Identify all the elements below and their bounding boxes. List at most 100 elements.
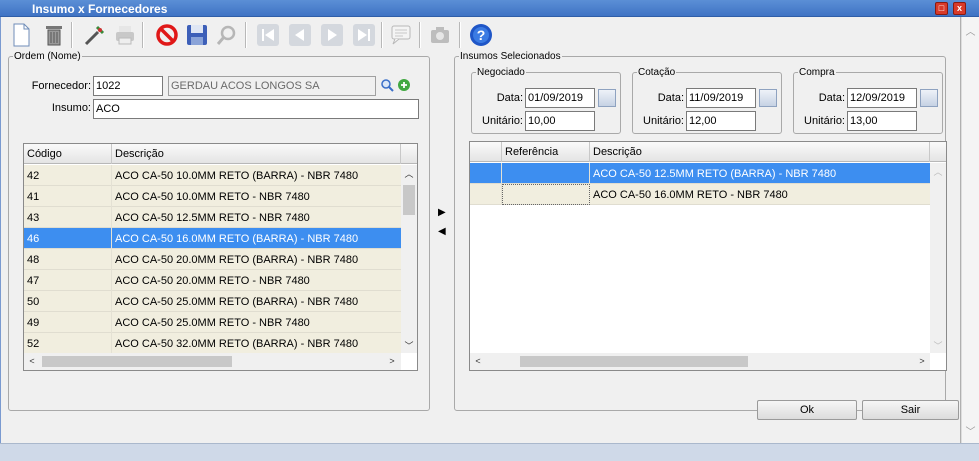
last-record-icon	[353, 24, 375, 46]
comment-icon	[391, 25, 411, 45]
sair-button[interactable]: Sair	[862, 400, 959, 420]
search-icon	[216, 25, 236, 45]
table-row[interactable]: 52 ACO CA-50 32.0MM RETO (BARRA) - NBR 74…	[24, 333, 401, 354]
row-indicator	[470, 163, 502, 184]
vertical-scrollbar[interactable]: ︿ ﹀	[401, 165, 417, 353]
cell-descricao: ACO CA-50 25.0MM RETO (BARRA) - NBR 7480	[115, 296, 359, 308]
column-header-codigo[interactable]: Código	[24, 144, 112, 164]
negociado-unit-input[interactable]	[525, 111, 595, 131]
cell-codigo: 42	[24, 165, 112, 186]
negociado-data-input[interactable]	[525, 88, 595, 108]
cell-descricao: ACO CA-50 25.0MM RETO - NBR 7480	[115, 317, 310, 329]
tools-icon[interactable]	[83, 23, 107, 47]
scroll-thumb[interactable]	[42, 356, 232, 367]
scroll-left-icon[interactable]: <	[472, 356, 484, 366]
cell-descricao: ACO CA-50 16.0MM RETO (BARRA) - NBR 7480	[115, 233, 359, 245]
cell-codigo: 43	[24, 207, 112, 228]
trash-icon[interactable]	[42, 23, 66, 47]
ordem-legend: Ordem (Nome)	[14, 51, 81, 62]
grid-header: Código Descrição	[24, 144, 417, 164]
cell-codigo: 49	[24, 312, 112, 333]
save-icon[interactable]	[185, 23, 209, 47]
compra-data-label: Data:	[818, 92, 845, 104]
first-record-icon	[257, 24, 279, 46]
search-icon[interactable]	[380, 78, 394, 92]
table-row[interactable]: 47 ACO CA-50 20.0MM RETO - NBR 7480	[24, 270, 401, 291]
negociado-data-label: Data:	[496, 92, 523, 104]
cell-descricao: ACO CA-50 20.0MM RETO (BARRA) - NBR 7480	[115, 254, 359, 266]
status-bar	[0, 443, 979, 461]
cell-codigo: 48	[24, 249, 112, 270]
table-row[interactable]: 46 ACO CA-50 16.0MM RETO (BARRA) - NBR 74…	[24, 228, 401, 249]
help-icon[interactable]: ?	[469, 23, 493, 47]
selecionados-grid: Referência Descrição ACO CA-50 12.5MM RE…	[469, 141, 947, 371]
new-document-icon[interactable]	[9, 23, 33, 47]
outer-vertical-scrollbar[interactable]: ︿ ﹀	[961, 17, 979, 445]
compra-legend: Compra	[799, 67, 835, 78]
scroll-left-icon[interactable]: <	[26, 356, 38, 366]
compra-unit-input[interactable]	[847, 111, 917, 131]
negociado-unit-label: Unitário:	[482, 115, 523, 127]
column-header-descricao[interactable]: Descrição	[590, 142, 930, 162]
scroll-down-icon[interactable]: ﹀	[401, 339, 417, 352]
next-record-icon	[321, 24, 343, 46]
cell-descricao: ACO CA-50 12.5MM RETO - NBR 7480	[115, 212, 310, 224]
fornecedor-code-input[interactable]	[93, 76, 163, 96]
cell-descricao: ACO CA-50 10.0MM RETO (BARRA) - NBR 7480	[115, 170, 359, 182]
row-indicator	[470, 184, 502, 205]
ok-button[interactable]: Ok	[757, 400, 857, 420]
table-row[interactable]: 41 ACO CA-50 10.0MM RETO - NBR 7480	[24, 186, 401, 207]
table-row[interactable]: 48 ACO CA-50 20.0MM RETO (BARRA) - NBR 74…	[24, 249, 401, 270]
scroll-down-icon[interactable]: ﹀	[930, 339, 946, 352]
horizontal-scrollbar[interactable]: < >	[470, 353, 930, 370]
column-header-descricao[interactable]: Descrição	[112, 144, 401, 164]
move-right-icon[interactable]: ▶	[438, 207, 446, 218]
column-header-referencia[interactable]: Referência	[502, 142, 590, 162]
table-row[interactable]: ACO CA-50 12.5MM RETO (BARRA) - NBR 7480	[470, 163, 930, 184]
title-bar: Insumo x Fornecedores □ x	[0, 0, 979, 17]
cotacao-legend: Cotação	[638, 67, 676, 78]
table-row[interactable]: 42 ACO CA-50 10.0MM RETO (BARRA) - NBR 74…	[24, 165, 401, 186]
table-row[interactable]: 43 ACO CA-50 12.5MM RETO - NBR 7480	[24, 207, 401, 228]
svg-text:?: ?	[477, 27, 486, 43]
horizontal-scrollbar[interactable]: < >	[24, 353, 401, 370]
cell-descricao: ACO CA-50 20.0MM RETO - NBR 7480	[115, 275, 310, 287]
cell-descricao: ACO CA-50 16.0MM RETO - NBR 7480	[593, 189, 788, 201]
scroll-right-icon[interactable]: >	[916, 356, 928, 366]
cell-descricao: ACO CA-50 12.5MM RETO (BARRA) - NBR 7480	[593, 168, 837, 180]
move-left-icon[interactable]: ◀	[438, 226, 446, 237]
vertical-scrollbar[interactable]: ︿ ﹀	[930, 163, 946, 353]
cell-codigo: 41	[24, 186, 112, 207]
cotacao-unit-input[interactable]	[686, 111, 756, 131]
scroll-thumb[interactable]	[520, 356, 748, 367]
table-row[interactable]: ACO CA-50 16.0MM RETO - NBR 7480	[470, 184, 930, 205]
calendar-icon[interactable]	[598, 89, 616, 107]
maximize-button[interactable]: □	[935, 2, 948, 15]
compra-data-input[interactable]	[847, 88, 917, 108]
scroll-up-icon[interactable]: ︿	[401, 167, 417, 180]
cotacao-data-input[interactable]	[686, 88, 756, 108]
scroll-up-icon[interactable]: ︿	[930, 165, 946, 178]
add-icon[interactable]	[397, 78, 411, 92]
cell-codigo: 46	[24, 228, 112, 249]
camera-icon	[431, 27, 449, 43]
scroll-right-icon[interactable]: >	[386, 356, 398, 366]
scroll-up-icon[interactable]: ︿	[962, 23, 979, 38]
insumo-input[interactable]	[93, 99, 419, 119]
negociado-legend: Negociado	[477, 67, 525, 78]
print-icon	[116, 26, 134, 45]
cancel-icon[interactable]	[155, 23, 179, 47]
main-window: ? Ordem (Nome) Fornecedor: Insumo: Códig…	[0, 17, 961, 445]
table-row[interactable]: 49 ACO CA-50 25.0MM RETO - NBR 7480	[24, 312, 401, 333]
close-button[interactable]: x	[953, 2, 966, 15]
grid-header: Referência Descrição	[470, 142, 946, 162]
previous-record-icon	[289, 24, 311, 46]
cell-codigo: 47	[24, 270, 112, 291]
scroll-thumb[interactable]	[403, 185, 415, 215]
insumo-label: Insumo:	[51, 102, 91, 114]
table-row[interactable]: 50 ACO CA-50 25.0MM RETO (BARRA) - NBR 74…	[24, 291, 401, 312]
fornecedor-name-field	[168, 76, 376, 96]
scroll-down-icon[interactable]: ﹀	[962, 423, 979, 438]
calendar-icon[interactable]	[920, 89, 938, 107]
calendar-icon[interactable]	[759, 89, 777, 107]
